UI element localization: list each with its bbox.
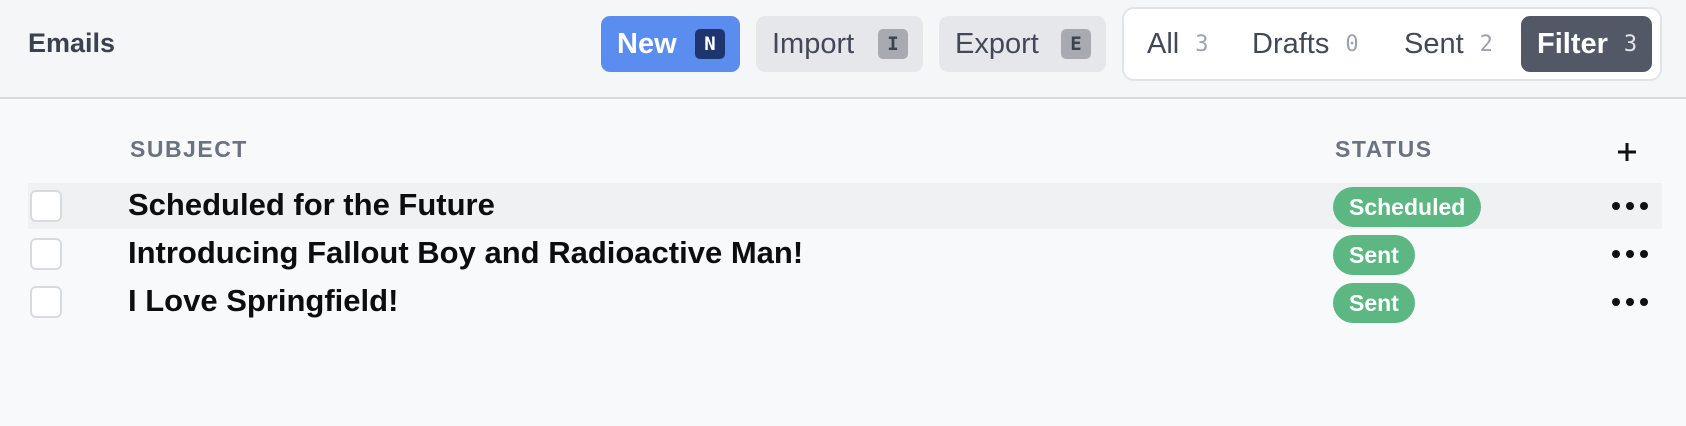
table-row[interactable]: Scheduled for the Future Scheduled [28,183,1662,229]
status-badge: Scheduled [1333,187,1482,227]
page-title: Emails [28,28,116,58]
filter-tab-label: Sent [1404,27,1464,60]
more-actions-icon[interactable] [1612,189,1648,223]
plus-icon [1618,143,1636,161]
column-header-subject[interactable]: SUBJECT [130,136,248,163]
import-button[interactable]: Import I [756,16,923,72]
email-subject[interactable]: I Love Springfield! [128,283,398,319]
new-button-label: New [617,27,677,60]
add-column-button[interactable] [1613,138,1641,166]
filter-segmented-control: All 3 Drafts 0 Sent 2 Filter 3 [1122,7,1662,81]
status-badge: Sent [1333,235,1415,275]
shortcut-key-i: I [878,29,908,59]
status-badge: Sent [1333,283,1415,323]
filter-tab-all[interactable]: All 3 [1147,16,1208,72]
row-checkbox[interactable] [30,190,62,222]
filter-tab-label: Filter [1537,27,1608,60]
shortcut-key-n: N [695,29,725,59]
column-header-status[interactable]: STATUS [1335,136,1433,163]
email-subject[interactable]: Scheduled for the Future [128,187,495,223]
export-button-label: Export [955,27,1039,60]
table-row[interactable]: Introducing Fallout Boy and Radioactive … [28,231,1662,277]
row-checkbox[interactable] [30,286,62,318]
row-checkbox[interactable] [30,238,62,270]
email-subject[interactable]: Introducing Fallout Boy and Radioactive … [128,235,803,271]
more-actions-icon[interactable] [1612,237,1648,271]
filter-tab-count: 0 [1345,31,1359,57]
new-button[interactable]: New N [601,16,740,72]
table-row[interactable]: I Love Springfield! Sent [28,279,1662,325]
filter-tab-sent[interactable]: Sent 2 [1404,16,1493,72]
filter-tab-filter[interactable]: Filter 3 [1521,16,1652,72]
filter-tab-label: All [1147,27,1180,60]
shortcut-key-e: E [1061,29,1091,59]
filter-tab-drafts[interactable]: Drafts 0 [1252,16,1359,72]
filter-tab-count: 3 [1195,31,1209,57]
more-actions-icon[interactable] [1612,285,1648,319]
filter-tab-label: Drafts [1252,27,1330,60]
import-button-label: Import [772,27,855,60]
filter-tab-count: 3 [1623,31,1638,57]
export-button[interactable]: Export E [939,16,1106,72]
filter-tab-count: 2 [1479,31,1493,57]
header-bar: Emails New N Import I Export E All 3 Dra… [0,0,1686,99]
